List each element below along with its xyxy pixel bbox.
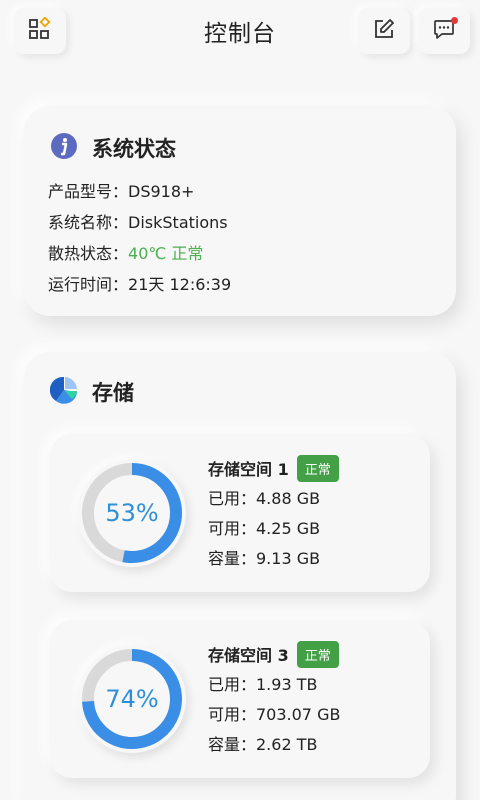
uptime-row: 运行时间：21天 12:6:39 [48,269,231,300]
usage-ring: 74% [78,645,186,753]
usage-percent: 53% [105,499,159,527]
row-key: 运行时间： [48,275,129,294]
usage-percent: 74% [105,685,159,713]
system-status-title: 系统状态 [92,137,176,161]
status-badge: 正常 [296,640,339,668]
pool-name: 存储空间 1 [208,460,289,479]
row-value: DS918+ [128,182,195,201]
usage-ring: 53% [78,459,186,567]
system-info-list: 产品型号：DS918+ 系统名称：DiskStations 散热状态：40℃ 正… [48,176,231,300]
row-value: 40℃ 正常 [128,244,204,263]
storage-title: 存储 [92,381,134,405]
status-badge: 正常 [296,454,339,482]
system-name-row: 系统名称：DiskStations [48,207,231,238]
capacity-text: 容量：9.13 GB [208,549,321,568]
system-status-card: 系统状态 产品型号：DS918+ 系统名称：DiskStations 散热状态：… [24,106,456,316]
notification-dot [451,17,458,24]
capacity-text: 容量：2.62 TB [208,735,318,754]
edit-icon [373,18,395,44]
available-text: 可用：703.07 GB [208,705,341,724]
row-value: 21天 12:6:39 [128,275,232,294]
pool-name: 存储空间 3 [208,646,289,665]
messages-button[interactable] [418,8,470,54]
system-status-header: 系统状态 [50,132,176,164]
row-value: DiskStations [128,213,228,232]
info-icon [50,132,78,164]
row-key: 散热状态： [48,244,129,263]
row-key: 系统名称： [48,213,129,232]
header: 控制台 [0,0,480,64]
used-text: 已用：4.88 GB [208,489,321,508]
storage-card: 存储 53% 存储空间 1 正常 已用：4.88 GB 可用：4.25 GB 容… [24,352,456,800]
pie-chart-icon [49,376,78,408]
pool-info: 存储空间 1 正常 已用：4.88 GB 可用：4.25 GB 容量：9.13 … [208,452,339,574]
storage-pool-card[interactable]: 53% 存储空间 1 正常 已用：4.88 GB 可用：4.25 GB 容量：9… [50,434,430,592]
product-model-row: 产品型号：DS918+ [48,176,231,207]
edit-button[interactable] [358,8,410,54]
storage-pool-card[interactable]: 74% 存储空间 3 正常 已用：1.93 TB 可用：703.07 GB 容量… [50,620,430,778]
pool-name-row: 存储空间 1 正常 [208,452,339,484]
pool-info: 存储空间 3 正常 已用：1.93 TB 可用：703.07 GB 容量：2.6… [208,638,340,760]
storage-header: 存储 [49,376,134,408]
available-text: 可用：4.25 GB [208,519,321,538]
row-key: 产品型号： [48,182,129,201]
used-text: 已用：1.93 TB [208,675,318,694]
pool-name-row: 存储空间 3 正常 [208,638,340,670]
thermal-status-row: 散热状态：40℃ 正常 [48,238,231,269]
